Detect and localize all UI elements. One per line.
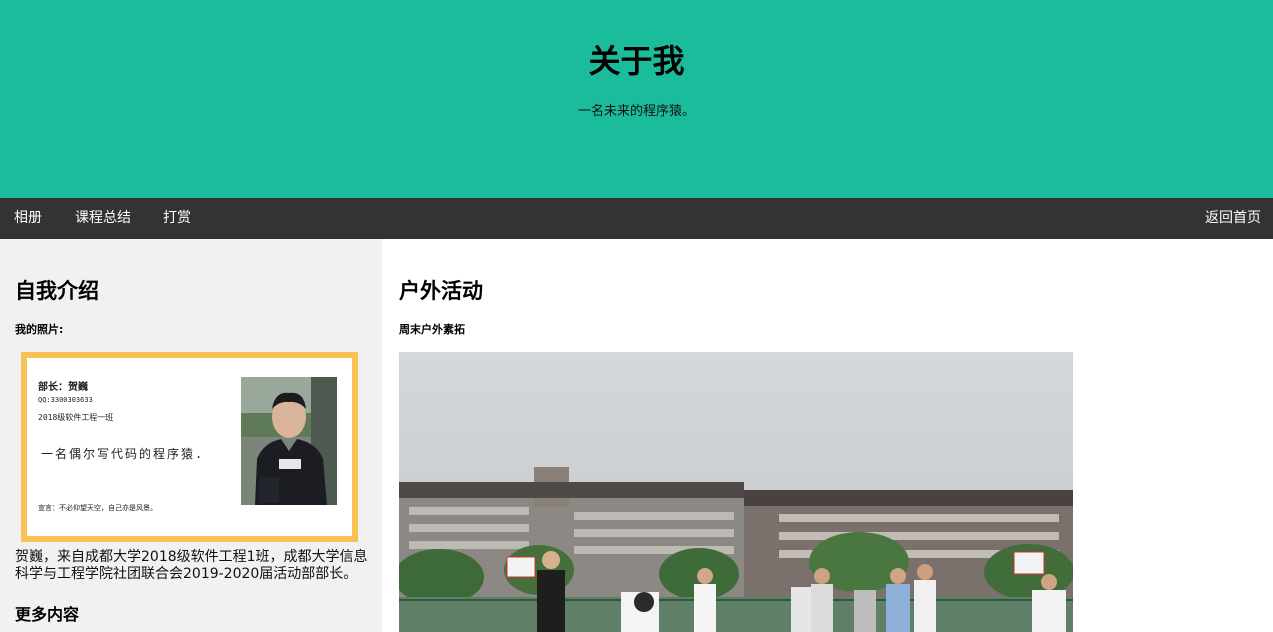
main-subheading: 周末户外素拓 bbox=[399, 323, 465, 336]
outdoor-scene-illustration bbox=[399, 467, 1073, 632]
outdoor-activity-photo bbox=[399, 352, 1073, 632]
bio-text: 贺巍，来自成都大学2018级软件工程1班，成都大学信息科学与工程学院社团联合会2… bbox=[15, 549, 368, 582]
nav-link-reward[interactable]: 打赏 bbox=[163, 198, 191, 239]
page-title: 关于我 bbox=[588, 42, 685, 80]
profile-card-image: 部长：贺巍 QQ:3300303633 2018级软件工程一班 一名偶尔写代码的… bbox=[21, 352, 358, 542]
more-heading: 更多内容 bbox=[15, 605, 80, 624]
card-line-slogan: 宣言：不必仰望天空，自己亦是风景。 bbox=[38, 504, 157, 512]
card-line-qq: QQ:3300303633 bbox=[38, 396, 93, 404]
nav-link-album[interactable]: 相册 bbox=[14, 198, 42, 239]
card-line-name: 部长：贺巍 bbox=[38, 382, 88, 393]
portrait-photo bbox=[241, 377, 337, 505]
page-header: 关于我 一名未来的程序猿。 bbox=[0, 0, 1273, 198]
card-line-motto: 一名偶尔写代码的程序猿. bbox=[41, 447, 205, 461]
page-subtitle: 一名未来的程序猿。 bbox=[577, 104, 695, 119]
main-heading: 户外活动 bbox=[399, 279, 483, 303]
card-line-class: 2018级软件工程一班 bbox=[38, 413, 114, 422]
nav-link-home[interactable]: 返回首页 bbox=[1205, 198, 1261, 239]
profile-card: 部长：贺巍 QQ:3300303633 2018级软件工程一班 一名偶尔写代码的… bbox=[27, 358, 352, 536]
photo-label: 我的照片: bbox=[15, 323, 64, 336]
navbar: 相册 课程总结 打赏 返回首页 bbox=[0, 198, 1273, 239]
portrait-illustration bbox=[241, 377, 337, 505]
main-content: 户外活动 周末户外素拓 bbox=[382, 239, 1273, 632]
nav-link-course-summary[interactable]: 课程总结 bbox=[75, 198, 131, 239]
sidebar-heading: 自我介绍 bbox=[15, 279, 99, 303]
sidebar: 自我介绍 我的照片: 部长：贺巍 QQ:3300303633 2018级软件工程… bbox=[0, 239, 382, 632]
